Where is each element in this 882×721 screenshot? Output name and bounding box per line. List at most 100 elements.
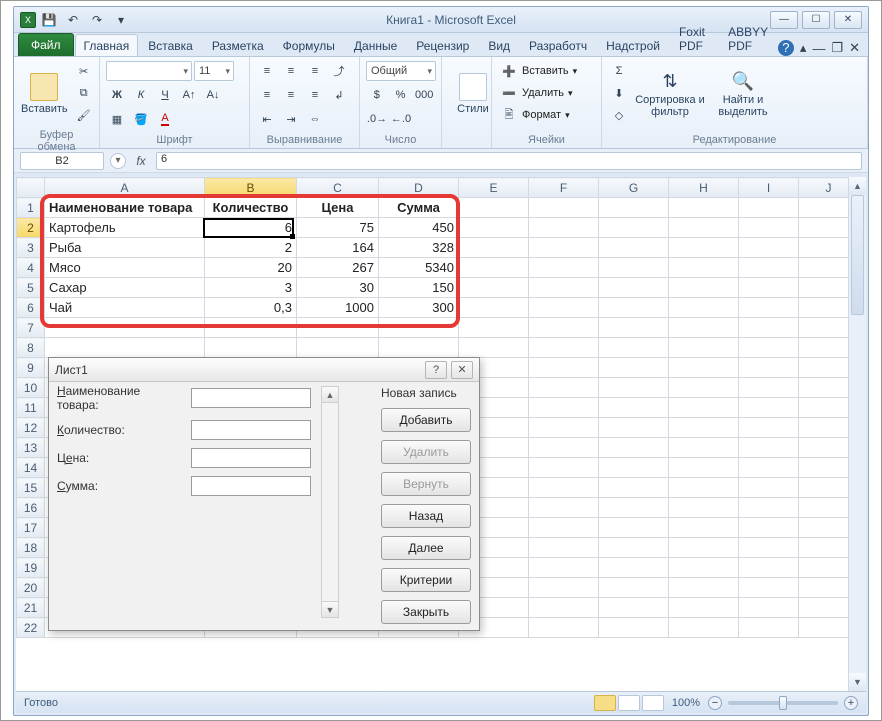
row-header-21[interactable]: 21 [17,598,45,618]
cell[interactable]: Цена [297,198,379,218]
zoom-out-button[interactable]: − [708,696,722,710]
align-left-button[interactable]: ≡ [256,85,278,105]
row-header-7[interactable]: 7 [17,318,45,338]
cell[interactable] [379,338,459,358]
cell[interactable] [739,458,799,478]
tab-abbyy[interactable]: ABBYY PDF [719,20,777,56]
cell[interactable] [669,378,739,398]
cell[interactable] [739,578,799,598]
increase-indent-button[interactable]: ⇥ [280,109,302,129]
align-bottom-button[interactable]: ≡ [304,61,326,81]
cell[interactable] [379,318,459,338]
row-header-17[interactable]: 17 [17,518,45,538]
cell[interactable] [459,198,529,218]
cell[interactable] [529,358,599,378]
cell[interactable] [529,558,599,578]
increase-font-button[interactable]: A↑ [178,85,200,105]
cell[interactable] [529,398,599,418]
number-format-select[interactable]: Общий [366,61,436,81]
cell[interactable] [739,218,799,238]
cell[interactable] [739,398,799,418]
row-header-13[interactable]: 13 [17,438,45,458]
cell[interactable]: Наименование товара [45,198,205,218]
fx-icon[interactable]: fx [132,152,150,170]
field-price-input[interactable] [191,448,311,468]
cell[interactable] [739,438,799,458]
row-header-20[interactable]: 20 [17,578,45,598]
scroll-down-icon[interactable]: ▼ [322,601,338,617]
tab-review[interactable]: Рецензир [407,34,478,56]
form-next-button[interactable]: Далее [381,536,471,560]
wrap-text-button[interactable]: ↲ [328,85,350,105]
tab-developer[interactable]: Разработч [520,34,596,56]
cell[interactable] [529,298,599,318]
row-header-10[interactable]: 10 [17,378,45,398]
cell[interactable]: Мясо [45,258,205,278]
cell[interactable] [599,398,669,418]
cell[interactable] [529,518,599,538]
cell[interactable] [529,218,599,238]
align-middle-button[interactable]: ≡ [280,61,302,81]
col-header-D[interactable]: D [379,178,459,198]
cell[interactable] [297,318,379,338]
cell[interactable] [739,278,799,298]
cell[interactable] [599,338,669,358]
view-layout-button[interactable] [618,695,640,711]
cell[interactable] [529,618,599,638]
cell[interactable]: 75 [297,218,379,238]
merge-button[interactable]: ⇔ [304,109,326,129]
form-criteria-button[interactable]: Критерии [381,568,471,592]
cell[interactable] [45,338,205,358]
view-pagebreak-button[interactable] [642,695,664,711]
cell[interactable] [529,198,599,218]
save-button[interactable]: 💾 [38,10,60,30]
cell[interactable] [529,318,599,338]
cell[interactable] [599,578,669,598]
bold-button[interactable]: Ж [106,85,128,105]
cell[interactable] [529,478,599,498]
cell[interactable] [739,358,799,378]
ribbon-minimize-icon[interactable]: ▴ [800,40,807,56]
row-header-9[interactable]: 9 [17,358,45,378]
comma-button[interactable]: 000 [413,85,435,105]
cell[interactable] [459,298,529,318]
close-button[interactable]: ✕ [834,11,862,29]
formula-input[interactable]: 6 [156,152,862,170]
italic-button[interactable]: К [130,85,152,105]
cell[interactable] [459,238,529,258]
dialog-help-button[interactable]: ? [425,361,447,379]
doc-restore-icon[interactable]: ❐ [831,40,843,56]
cell[interactable] [529,598,599,618]
cell[interactable]: Чай [45,298,205,318]
cell[interactable]: 164 [297,238,379,258]
cell[interactable] [669,278,739,298]
cell[interactable] [669,458,739,478]
field-name-input[interactable] [191,388,311,408]
cell[interactable] [529,538,599,558]
cell[interactable] [669,418,739,438]
tab-foxit[interactable]: Foxit PDF [670,20,718,56]
cell[interactable] [599,458,669,478]
row-header-2[interactable]: 2 [17,218,45,238]
cell[interactable] [459,258,529,278]
increase-decimal-button[interactable]: .0→ [366,109,388,129]
cell[interactable] [297,338,379,358]
undo-button[interactable]: ↶ [62,10,84,30]
cell[interactable]: 3 [205,278,297,298]
paste-button[interactable]: Вставить [20,61,69,127]
cell[interactable]: 6 [205,218,297,238]
cell[interactable] [669,518,739,538]
cell[interactable]: 150 [379,278,459,298]
cell[interactable] [599,258,669,278]
scroll-up-icon[interactable]: ▲ [849,177,866,195]
cell[interactable]: Картофель [45,218,205,238]
cell[interactable] [669,578,739,598]
cell[interactable] [739,338,799,358]
cell[interactable] [599,478,669,498]
delete-cells-button[interactable]: ➖Удалить▾ [498,83,595,103]
font-color-button[interactable]: A [154,109,176,129]
row-header-14[interactable]: 14 [17,458,45,478]
cell[interactable] [739,418,799,438]
col-header-I[interactable]: I [739,178,799,198]
cell[interactable] [459,278,529,298]
